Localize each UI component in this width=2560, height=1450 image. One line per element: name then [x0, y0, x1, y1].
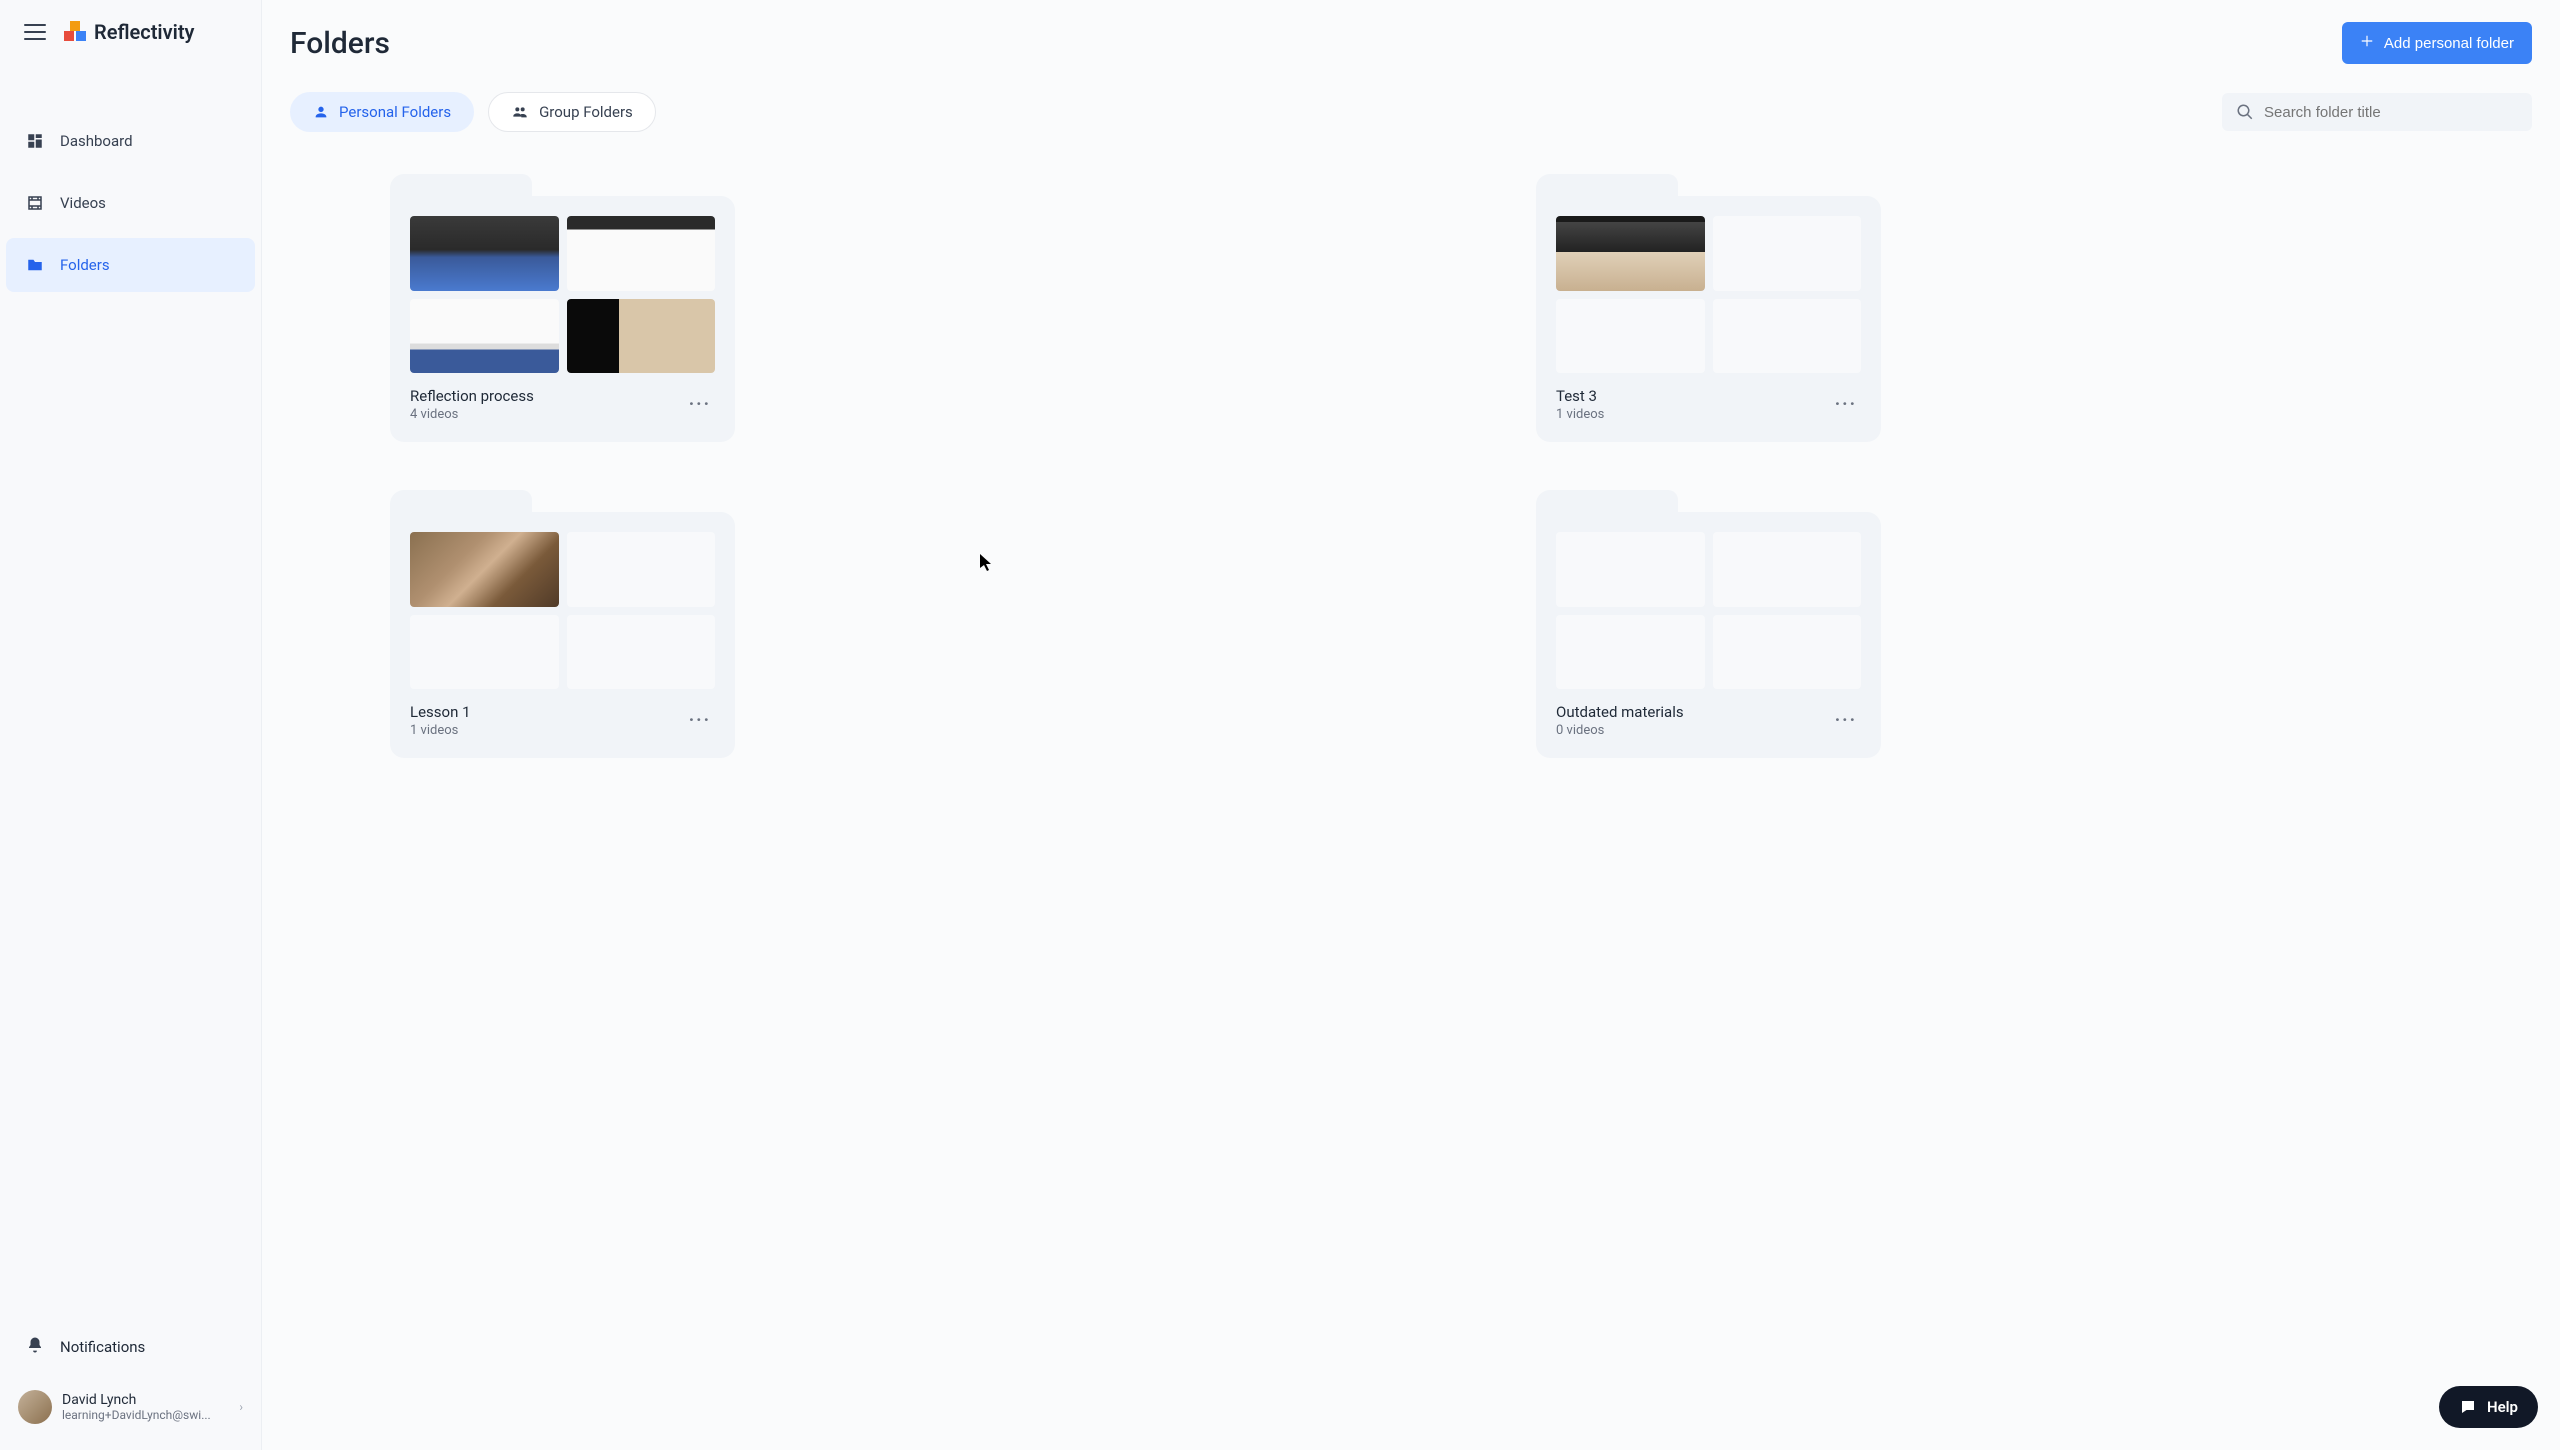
video-thumbnail	[567, 216, 716, 291]
empty-thumbnail	[1713, 532, 1862, 607]
plus-icon	[2360, 34, 2374, 52]
video-thumbnail	[410, 216, 559, 291]
folder-title: Test 3	[1556, 387, 1604, 405]
avatar	[18, 1390, 52, 1424]
chevron-right-icon: ›	[239, 1400, 243, 1414]
folder-thumbnails	[410, 216, 715, 373]
user-name: David Lynch	[62, 1392, 229, 1408]
sidebar-item-label: Dashboard	[60, 132, 133, 150]
folder-thumbnails	[1556, 216, 1861, 373]
bell-icon	[26, 1336, 44, 1358]
search-container	[2222, 93, 2532, 131]
search-icon	[2236, 103, 2254, 121]
sidebar-item-notifications[interactable]: Notifications	[6, 1318, 255, 1376]
brand-home-link[interactable]: Reflectivity	[64, 20, 195, 44]
sidebar-nav: Dashboard Videos Folders	[0, 114, 261, 292]
folder-card[interactable]: Outdated materials 0 videos ···	[1536, 490, 1881, 758]
brand-name: Reflectivity	[94, 20, 195, 44]
film-icon	[26, 194, 44, 212]
empty-thumbnail	[1556, 532, 1705, 607]
empty-thumbnail	[1713, 216, 1862, 291]
empty-thumbnail	[1713, 615, 1862, 690]
notifications-label: Notifications	[60, 1338, 145, 1356]
user-email: learning+DavidLynch@swi...	[62, 1408, 212, 1422]
sidebar-item-folders[interactable]: Folders	[6, 238, 255, 292]
empty-thumbnail	[1556, 299, 1705, 374]
folder-video-count: 0 videos	[1556, 723, 1684, 738]
brand-logo-icon	[64, 21, 86, 43]
folder-card[interactable]: Test 3 1 videos ···	[1536, 174, 1881, 442]
group-icon	[511, 104, 529, 120]
folder-more-button[interactable]: ···	[1831, 706, 1861, 735]
tab-group-folders[interactable]: Group Folders	[488, 92, 656, 132]
empty-thumbnail	[410, 615, 559, 690]
folder-video-count: 1 videos	[1556, 407, 1604, 422]
video-thumbnail	[567, 299, 716, 374]
empty-thumbnail	[567, 532, 716, 607]
main-content: Folders Add personal folder Personal Fol…	[262, 0, 2560, 1450]
folder-card[interactable]: Reflection process 4 videos ···	[390, 174, 735, 442]
folder-title: Reflection process	[410, 387, 534, 405]
folder-video-count: 4 videos	[410, 407, 534, 422]
sidebar-item-label: Videos	[60, 194, 106, 212]
folder-thumbnails	[1556, 532, 1861, 689]
dashboard-icon	[26, 132, 44, 150]
folder-more-button[interactable]: ···	[685, 706, 715, 735]
search-input[interactable]	[2264, 104, 2518, 121]
page-title: Folders	[290, 26, 390, 61]
empty-thumbnail	[1556, 615, 1705, 690]
folder-title: Outdated materials	[1556, 703, 1684, 721]
folder-more-button[interactable]: ···	[1831, 390, 1861, 419]
folder-grid: Reflection process 4 videos ···	[290, 174, 2532, 758]
folder-title: Lesson 1	[410, 703, 471, 721]
video-thumbnail	[410, 299, 559, 374]
person-icon	[313, 104, 329, 120]
folder-type-tabs: Personal Folders Group Folders	[290, 92, 656, 132]
folder-icon	[26, 256, 44, 274]
help-label: Help	[2487, 1398, 2518, 1416]
video-thumbnail	[1556, 216, 1705, 291]
video-thumbnail	[410, 532, 559, 607]
chat-icon	[2459, 1398, 2477, 1416]
add-personal-folder-button[interactable]: Add personal folder	[2342, 22, 2532, 64]
folder-thumbnails	[410, 532, 715, 689]
menu-toggle-button[interactable]	[24, 24, 46, 40]
folder-card[interactable]: Lesson 1 1 videos ···	[390, 490, 735, 758]
empty-thumbnail	[567, 615, 716, 690]
sidebar: Reflectivity Dashboard Videos Folder	[0, 0, 262, 1450]
tab-label: Personal Folders	[339, 103, 451, 121]
tab-personal-folders[interactable]: Personal Folders	[290, 92, 474, 132]
sidebar-item-dashboard[interactable]: Dashboard	[6, 114, 255, 168]
empty-thumbnail	[1713, 299, 1862, 374]
user-menu-button[interactable]: David Lynch learning+DavidLynch@swi... ›	[6, 1382, 255, 1432]
add-button-label: Add personal folder	[2384, 35, 2514, 52]
sidebar-item-label: Folders	[60, 256, 110, 274]
folder-video-count: 1 videos	[410, 723, 471, 738]
folder-more-button[interactable]: ···	[685, 390, 715, 419]
sidebar-item-videos[interactable]: Videos	[6, 176, 255, 230]
tab-label: Group Folders	[539, 103, 633, 121]
help-button[interactable]: Help	[2439, 1386, 2538, 1428]
